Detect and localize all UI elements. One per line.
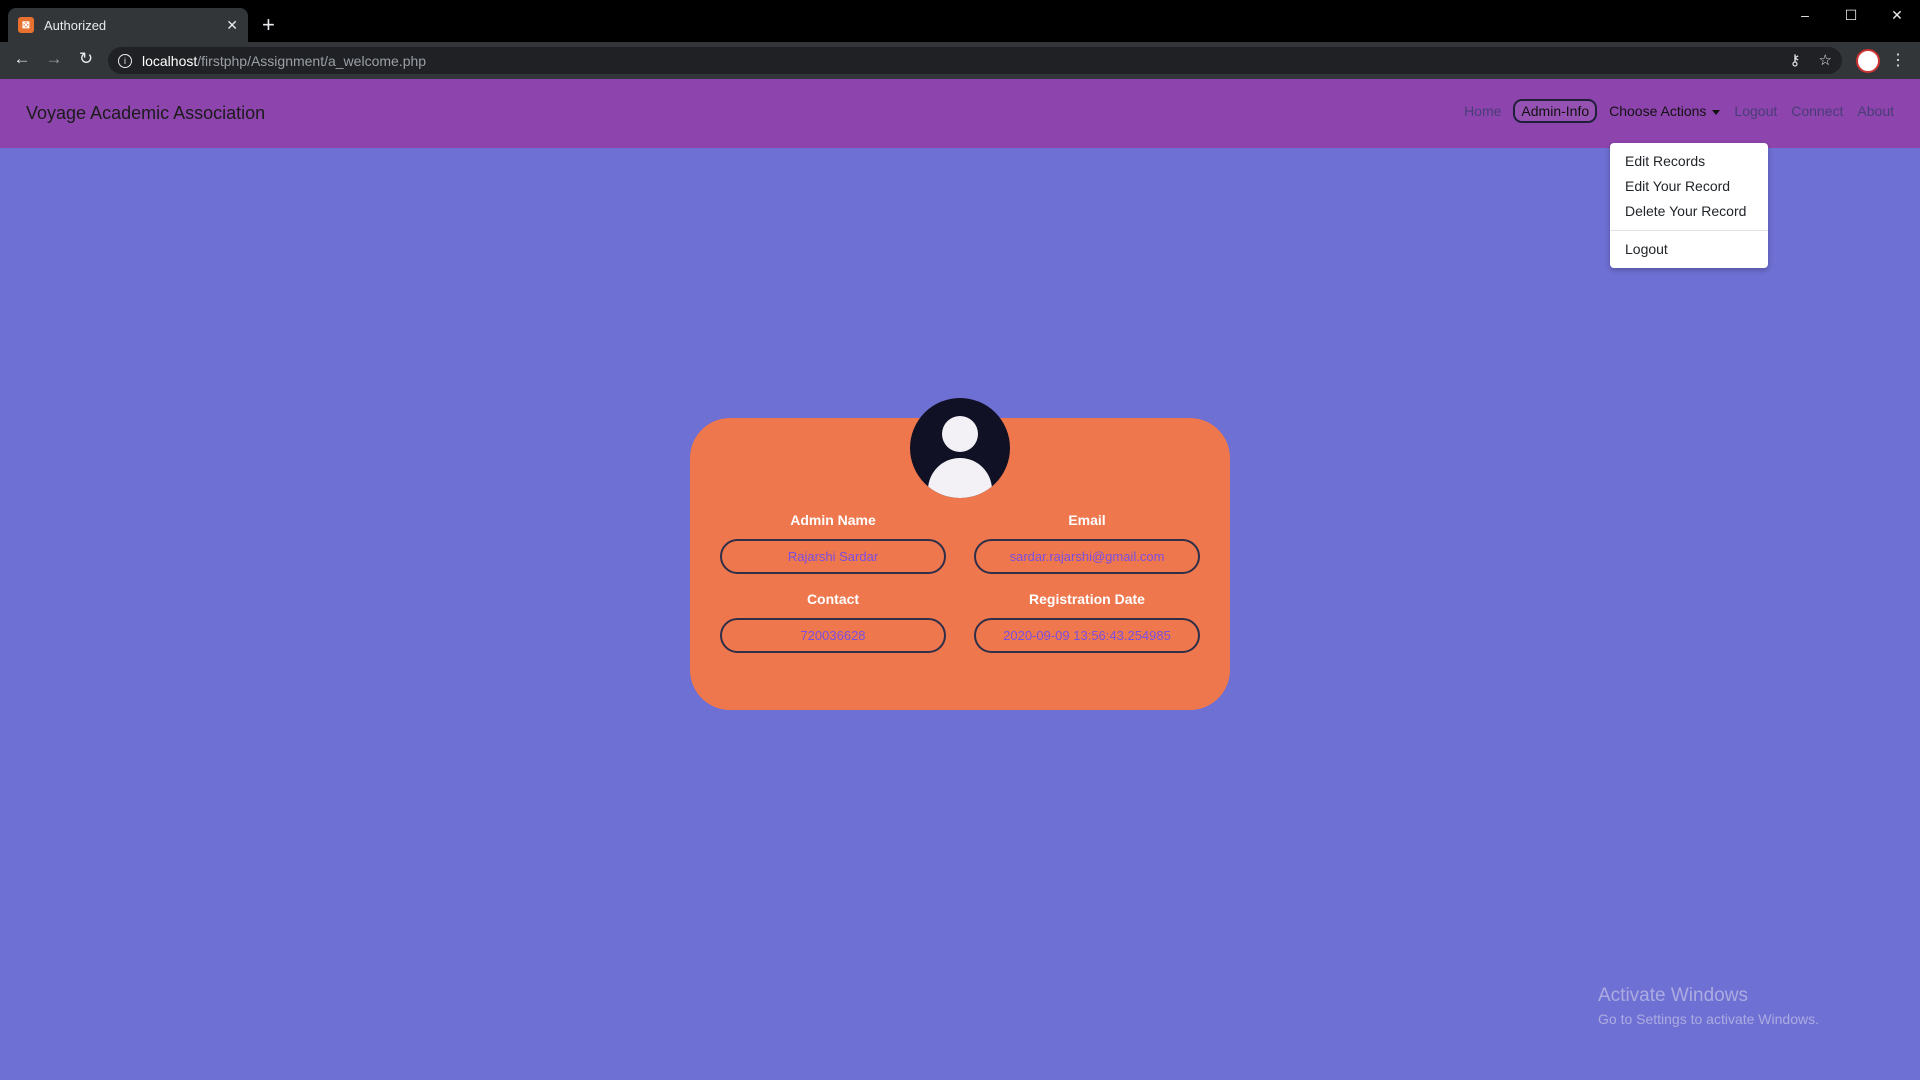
nav-logout[interactable]: Logout [1732, 99, 1779, 123]
reload-icon[interactable]: ↻ [74, 49, 98, 69]
dropdown-divider [1610, 230, 1768, 231]
nav-admin-info[interactable]: Admin-Info [1513, 99, 1598, 123]
site-navbar: Voyage Academic Association Home Admin-I… [0, 79, 1920, 148]
dropdown-item-edit-your-record[interactable]: Edit Your Record [1610, 174, 1768, 199]
profile-avatar-icon[interactable] [1856, 49, 1880, 73]
watermark-subtitle: Go to Settings to activate Windows. [1598, 1011, 1819, 1027]
dropdown-item-delete-your-record[interactable]: Delete Your Record [1610, 199, 1768, 224]
site-info-icon[interactable]: i [118, 53, 132, 68]
back-arrow-icon[interactable]: ← [10, 49, 34, 69]
browser-menu-icon[interactable]: ⋮ [1890, 50, 1906, 70]
bookmark-star-icon[interactable]: ☆ [1819, 51, 1832, 69]
nav-about[interactable]: About [1855, 99, 1896, 123]
registration-date-value: 2020-09-09 13:56:43.254985 [974, 618, 1200, 653]
admin-name-value: Rajarshi Sardar [720, 539, 946, 574]
registration-date-field: Registration Date 2020-09-09 13:56:43.25… [974, 591, 1200, 653]
contact-label: Contact [806, 591, 860, 607]
nav-choose-actions[interactable]: Choose Actions [1607, 99, 1722, 123]
contact-field: Contact 720036628 [720, 591, 946, 653]
nav-links: Home Admin-Info Choose Actions Logout Co… [1462, 99, 1896, 123]
new-tab-button[interactable]: + [262, 12, 275, 38]
caret-down-icon [1712, 109, 1721, 115]
choose-actions-dropdown: Edit Records Edit Your Record Delete You… [1610, 143, 1768, 268]
nav-home[interactable]: Home [1462, 99, 1503, 123]
browser-tab[interactable]: ⊠ Authorized ✕ [8, 8, 248, 42]
email-label: Email [1068, 512, 1106, 528]
nav-connect[interactable]: Connect [1789, 99, 1845, 123]
address-bar[interactable]: i localhost/firstphp/Assignment/a_welcom… [108, 47, 1842, 74]
dropdown-item-logout[interactable]: Logout [1610, 237, 1768, 262]
dropdown-item-edit-records[interactable]: Edit Records [1610, 149, 1768, 174]
brand-title[interactable]: Voyage Academic Association [26, 103, 265, 124]
xampp-favicon-icon: ⊠ [18, 17, 34, 33]
browser-tab-bar: ⊠ Authorized ✕ + – ☐ ✕ [0, 0, 1920, 42]
choose-actions-label: Choose Actions [1609, 103, 1707, 119]
url-path: /firstphp/Assignment/a_welcome.php [197, 52, 427, 69]
email-value: sardar.rajarshi@gmail.com [974, 539, 1200, 574]
minimize-button[interactable]: – [1782, 0, 1828, 30]
activate-windows-watermark: Activate Windows Go to Settings to activ… [1598, 985, 1819, 1027]
tab-close-icon[interactable]: ✕ [226, 17, 238, 34]
tab-title: Authorized [44, 17, 107, 33]
omnibox-actions: ⚷ ☆ [1790, 51, 1832, 69]
maximize-button[interactable]: ☐ [1828, 0, 1874, 30]
admin-name-label: Admin Name [790, 512, 876, 528]
close-window-button[interactable]: ✕ [1874, 0, 1920, 30]
email-field: Email sardar.rajarshi@gmail.com [974, 512, 1200, 574]
window-controls: – ☐ ✕ [1782, 0, 1920, 30]
user-avatar-icon [910, 398, 1010, 498]
key-icon[interactable]: ⚷ [1790, 51, 1801, 69]
watermark-title: Activate Windows [1598, 985, 1748, 1006]
contact-value: 720036628 [720, 618, 946, 653]
admin-name-field: Admin Name Rajarshi Sardar [720, 512, 946, 574]
browser-toolbar: ← → ↻ i localhost/firstphp/Assignment/a_… [0, 42, 1920, 79]
url-host: localhost [142, 52, 198, 69]
forward-arrow-icon[interactable]: → [42, 49, 66, 69]
registration-date-label: Registration Date [1029, 591, 1145, 607]
